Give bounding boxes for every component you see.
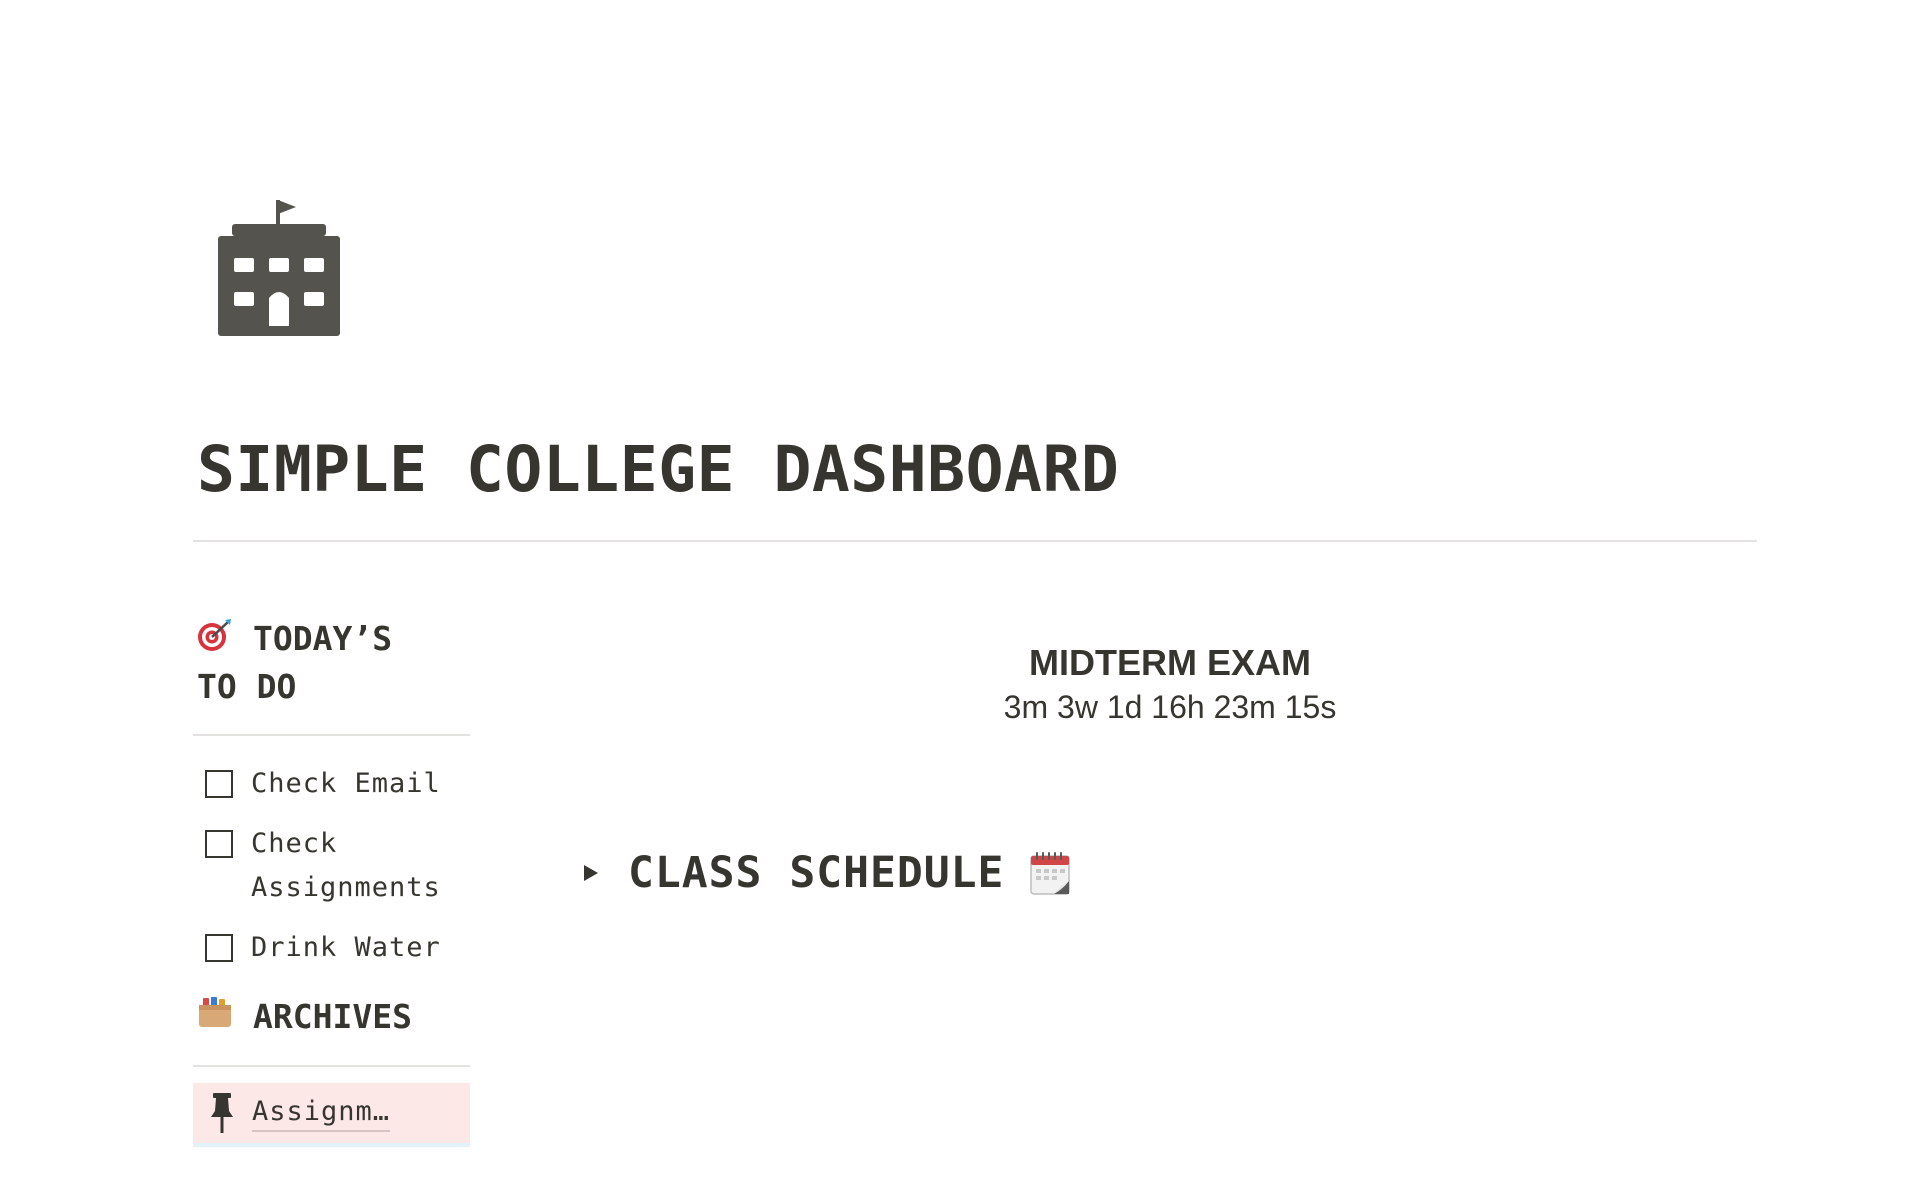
title-divider: [193, 540, 1757, 542]
direct-hit-target-icon: [197, 618, 235, 664]
page-title: SIMPLE COLLEGE DASHBOARD: [197, 433, 1120, 506]
todo-heading: TODAY’S TO DO: [193, 616, 470, 710]
todo-item-check-email: Check Email: [193, 762, 470, 806]
archives-heading: ARCHIVES: [193, 994, 470, 1042]
todo-checkbox[interactable]: [205, 829, 233, 858]
todo-divider: [193, 733, 470, 736]
archives-section: ARCHIVES Assignm…: [193, 994, 470, 1147]
todo-heading-line1: TODAY’S: [253, 619, 393, 658]
card-file-box-icon: [197, 995, 235, 1041]
todo-item-check-assignments: Check Assignments: [193, 822, 470, 910]
todo-heading-line2: TO DO: [197, 666, 297, 706]
todo-label: Check Email: [251, 767, 441, 799]
archives-divider: [193, 1065, 470, 1067]
class-schedule-toggle[interactable]: CLASS SCHEDULE: [580, 848, 1071, 898]
class-schedule-label: CLASS SCHEDULE: [628, 848, 1005, 898]
todo-label: Check Assignments: [251, 822, 441, 910]
todo-item-drink-water: Drink Water: [193, 926, 470, 970]
todo-label-line1: Check: [251, 827, 338, 859]
archive-next-item-edge: [193, 1143, 470, 1147]
todo-checkbox[interactable]: [205, 769, 233, 798]
spiral-calendar-icon: [1030, 852, 1071, 895]
countdown-value: 3m 3w 1d 16h 23m 15s: [1003, 689, 1337, 725]
todo-checkbox[interactable]: [205, 933, 233, 962]
countdown-title: MIDTERM EXAM: [1029, 642, 1311, 683]
school-building-icon: [218, 200, 340, 336]
archive-item-assignments[interactable]: Assignm…: [193, 1083, 470, 1143]
triangle-right-icon[interactable]: [580, 862, 602, 884]
countdown-widget: MIDTERM EXAM 3m 3w 1d 16h 23m 15s: [870, 640, 1470, 728]
archives-heading-label: ARCHIVES: [253, 996, 412, 1036]
archive-item-label: Assignm…: [252, 1094, 391, 1132]
todo-label-line2: Assignments: [251, 871, 441, 903]
todo-list: Check Email Check Assignments Drink Wate…: [193, 762, 470, 970]
left-column: TODAY’S TO DO Check Email Check Assignme…: [193, 616, 470, 1147]
todo-label: Drink Water: [251, 931, 441, 963]
pushpin-icon: [211, 1093, 233, 1133]
